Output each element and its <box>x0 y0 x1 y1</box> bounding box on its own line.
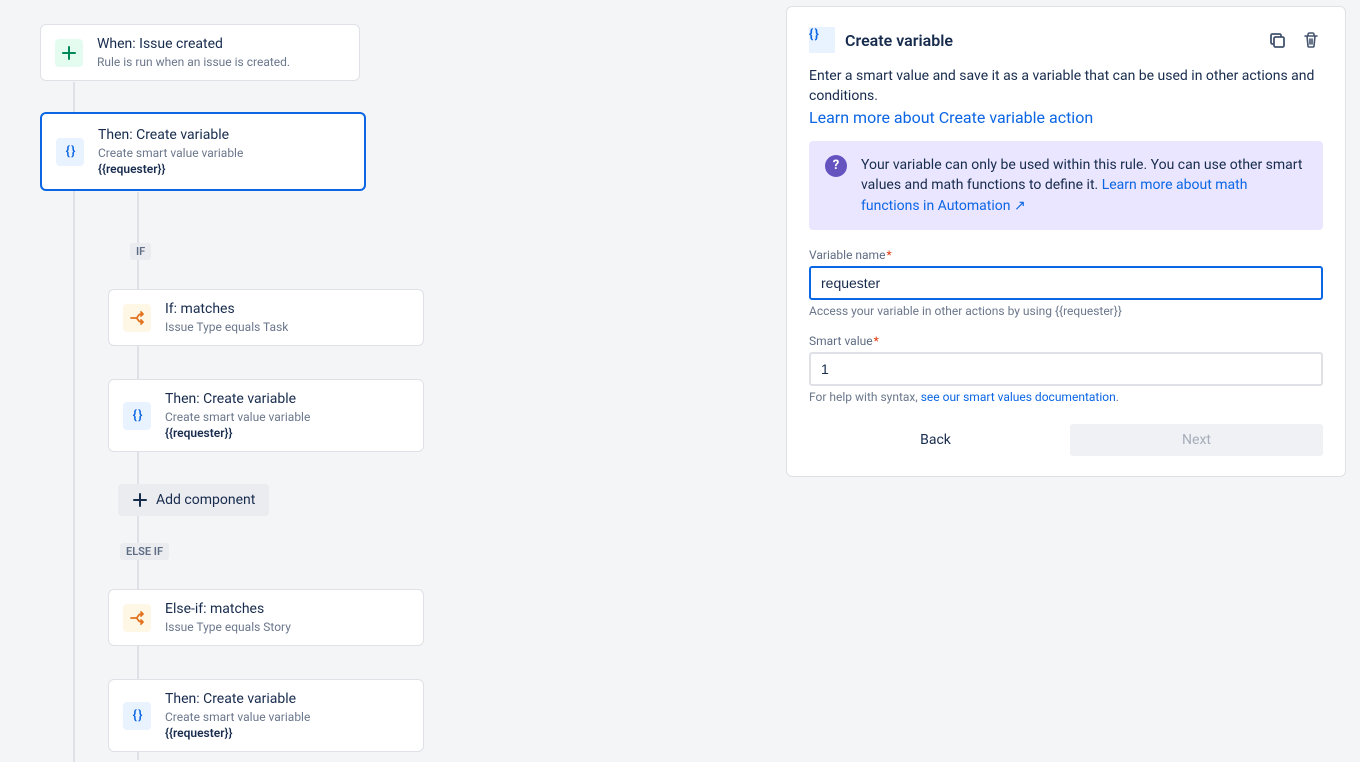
label-text: Smart value <box>809 334 873 348</box>
back-button[interactable]: Back <box>809 424 1062 456</box>
node-subtitle: Create smart value variable <box>165 409 310 425</box>
node-labels: Then: Create variable Create smart value… <box>165 690 310 741</box>
braces-icon: { } <box>809 27 835 53</box>
details-panel: { } Create variable Enter a smart value … <box>786 6 1346 477</box>
copy-button[interactable] <box>1265 28 1289 52</box>
node-subtitle: Issue Type equals Story <box>165 619 291 635</box>
panel-footer: Back Next <box>809 424 1323 456</box>
field-label: Smart value* <box>809 334 1323 348</box>
field-hint: Access your variable in other actions by… <box>809 304 1323 318</box>
node-subtitle: Rule is run when an issue is created. <box>97 54 290 70</box>
plus-icon <box>55 39 83 67</box>
node-subtitle: Create smart value variable <box>165 709 310 725</box>
node-labels: Else-if: matches Issue Type equals Story <box>165 600 291 635</box>
label-text: Variable name <box>809 248 885 262</box>
delete-button[interactable] <box>1299 28 1323 52</box>
variable-name-input[interactable] <box>809 266 1323 300</box>
branch-icon <box>123 304 151 332</box>
branch-icon <box>123 604 151 632</box>
badge-elseif: ELSE IF <box>120 543 169 560</box>
node-extra: {{requester}} <box>98 161 243 177</box>
node-subtitle: Issue Type equals Task <box>165 319 288 335</box>
node-labels: If: matches Issue Type equals Task <box>165 300 288 335</box>
node-title: If: matches <box>165 300 288 319</box>
smart-values-doc-link[interactable]: see our smart values documentation <box>921 390 1116 404</box>
help-icon: ? <box>825 155 847 177</box>
braces-icon: { } <box>123 702 151 730</box>
node-title: When: Issue created <box>97 35 290 54</box>
node-then-create-variable-1[interactable]: { } Then: Create variable Create smart v… <box>108 379 424 452</box>
node-title: Then: Create variable <box>165 690 310 709</box>
info-banner: ? Your variable can only be used within … <box>809 141 1323 230</box>
node-labels: Then: Create variable Create smart value… <box>98 126 243 177</box>
variable-name-field: Variable name* Access your variable in o… <box>809 248 1323 318</box>
field-label: Variable name* <box>809 248 1323 262</box>
add-component-label: Add component <box>156 492 255 508</box>
panel-description: Enter a smart value and save it as a var… <box>809 67 1323 106</box>
hint-prefix: For help with syntax, <box>809 390 921 404</box>
node-if[interactable]: If: matches Issue Type equals Task <box>108 289 424 346</box>
node-labels: Then: Create variable Create smart value… <box>165 390 310 441</box>
node-elseif[interactable]: Else-if: matches Issue Type equals Story <box>108 589 424 646</box>
node-extra: {{requester}} <box>165 425 310 441</box>
smart-value-field: Smart value* For help with syntax, see o… <box>809 334 1323 404</box>
next-button[interactable]: Next <box>1070 424 1323 456</box>
node-labels: When: Issue created Rule is run when an … <box>97 35 290 70</box>
add-component-button[interactable]: Add component <box>118 484 269 516</box>
panel-header: { } Create variable <box>809 27 1323 53</box>
smart-value-input[interactable] <box>809 352 1323 386</box>
node-create-variable-selected[interactable]: { } Then: Create variable Create smart v… <box>40 112 366 191</box>
node-title: Then: Create variable <box>98 126 243 145</box>
external-link-icon: ↗ <box>1014 198 1026 214</box>
rule-canvas: When: Issue created Rule is run when an … <box>0 0 780 760</box>
braces-icon: { } <box>56 138 84 166</box>
hint-suffix: . <box>1116 390 1119 404</box>
node-trigger[interactable]: When: Issue created Rule is run when an … <box>40 24 360 81</box>
panel-title: Create variable <box>845 31 1255 50</box>
node-subtitle: Create smart value variable <box>98 145 243 161</box>
node-title: Then: Create variable <box>165 390 310 409</box>
info-text: Your variable can only be used within th… <box>861 155 1307 216</box>
field-hint: For help with syntax, see our smart valu… <box>809 390 1323 404</box>
node-title: Else-if: matches <box>165 600 291 619</box>
connector-vertical-branch <box>137 192 139 760</box>
badge-if: IF <box>130 243 151 260</box>
braces-icon: { } <box>123 402 151 430</box>
node-extra: {{requester}} <box>165 725 310 741</box>
plus-icon <box>132 492 148 508</box>
node-then-create-variable-2[interactable]: { } Then: Create variable Create smart v… <box>108 679 424 752</box>
learn-more-link[interactable]: Learn more about Create variable action <box>809 108 1093 127</box>
